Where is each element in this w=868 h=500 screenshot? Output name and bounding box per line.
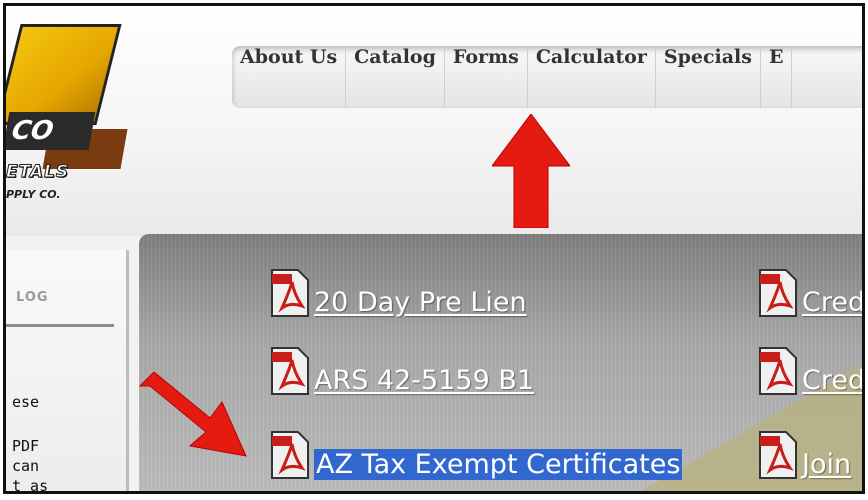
pdf-file-icon	[759, 347, 797, 395]
left-sidebar: LOG ese PDF can t as	[6, 250, 129, 494]
nav-forms[interactable]: Forms	[445, 46, 528, 108]
pdf-file-icon	[271, 269, 309, 317]
sidebar-text-line: t as	[12, 477, 49, 494]
logo-co-text: CO	[6, 112, 96, 150]
company-logo[interactable]: CO ETALS PPLY CO.	[6, 14, 128, 204]
document-title[interactable]: AZ Tax Exempt Certificates	[314, 449, 683, 480]
red-arrow-up-icon	[492, 114, 570, 228]
sidebar-text-line: PDF	[12, 437, 40, 455]
nav-catalog[interactable]: Catalog	[346, 46, 445, 108]
document-title[interactable]: Cred	[802, 365, 862, 396]
pdf-file-icon	[271, 431, 309, 479]
document-link[interactable]: ARS 42-5159 B1	[268, 346, 534, 396]
document-title[interactable]: ARS 42-5159 B1	[314, 365, 534, 396]
document-title[interactable]: 20 Day Pre Lien	[314, 287, 527, 318]
pdf-file-icon	[271, 347, 309, 395]
red-arrow-right-icon	[138, 372, 247, 457]
document-link[interactable]: Join	[756, 430, 851, 480]
document-link[interactable]: 20 Day Pre Lien	[268, 268, 527, 318]
nav-more[interactable]: E	[761, 46, 793, 108]
document-title[interactable]: Join	[802, 449, 851, 480]
nav-calculator[interactable]: Calculator	[528, 46, 656, 108]
pdf-file-icon	[759, 269, 797, 317]
sidebar-category-label: LOG	[16, 290, 49, 305]
main-nav: About Us Catalog Forms Calculator Specia…	[232, 46, 862, 108]
logo-emblem	[6, 24, 122, 125]
site-header: CO ETALS PPLY CO. About Us Catalog Forms…	[6, 6, 862, 236]
sidebar-divider	[6, 324, 114, 327]
document-link[interactable]: Cred	[756, 346, 862, 396]
nav-specials[interactable]: Specials	[656, 46, 761, 108]
sidebar-text-line: can	[12, 457, 40, 475]
document-link[interactable]: Cred	[756, 268, 862, 318]
nav-about-us[interactable]: About Us	[232, 46, 347, 108]
document-link-selected[interactable]: AZ Tax Exempt Certificates	[268, 430, 683, 480]
logo-metals-text: ETALS	[6, 162, 70, 183]
logo-supply-text: PPLY CO.	[6, 188, 61, 201]
document-title[interactable]: Cred	[802, 287, 862, 318]
sidebar-text-line: ese	[12, 393, 40, 411]
pdf-file-icon	[759, 431, 797, 479]
screenshot-frame: CO ETALS PPLY CO. About Us Catalog Forms…	[3, 3, 865, 494]
